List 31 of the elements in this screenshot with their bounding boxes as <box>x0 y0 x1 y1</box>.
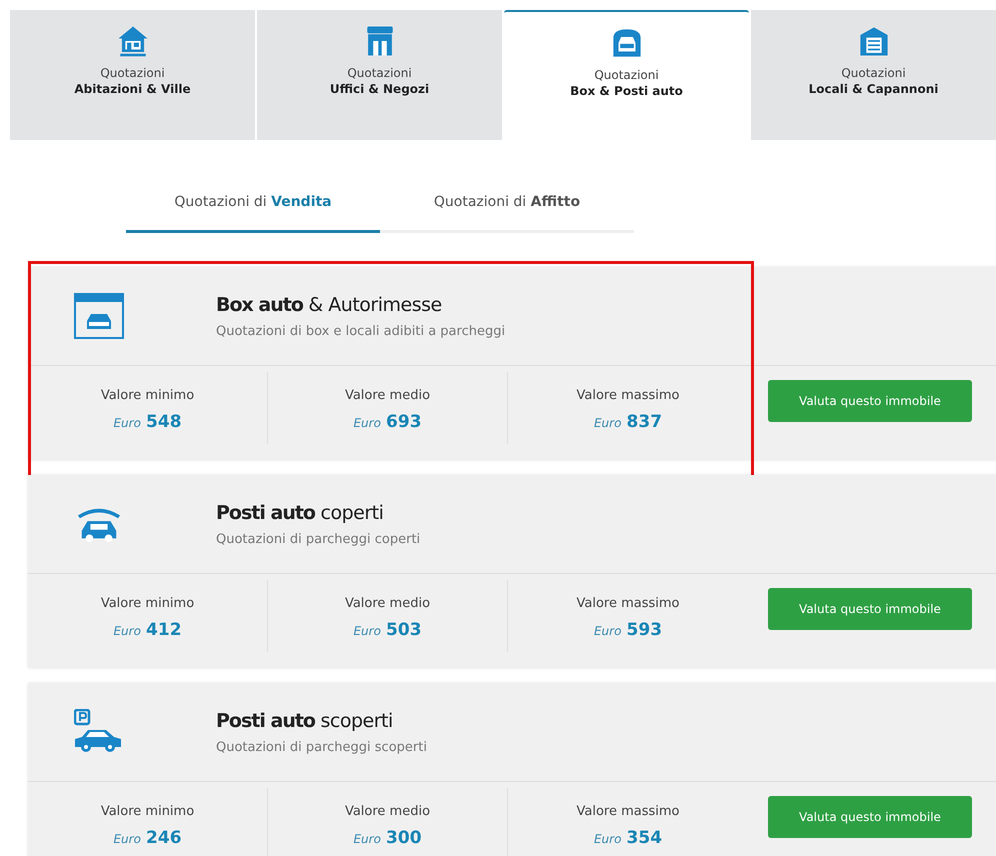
value-label: Valore massimo <box>575 596 680 611</box>
value-label: Valore minimo <box>100 388 196 403</box>
price-value: Euro 246 <box>112 828 183 848</box>
card-title: Box auto & Autorimesse <box>216 294 443 316</box>
price-value: Euro 837 <box>592 412 664 432</box>
mode-tab[interactable]: Quotazioni di Affitto <box>380 180 634 233</box>
value-label: Valore medio <box>344 804 432 819</box>
value-label: Valore minimo <box>100 596 196 611</box>
price-value: Euro 593 <box>592 620 664 640</box>
value-label: Valore medio <box>344 388 432 403</box>
category-tab[interactable]: Quotazioni Locali & Capannoni <box>751 10 996 140</box>
value-label: Valore massimo <box>575 388 680 403</box>
card-subtitle: Quotazioni di box e locali adibiti a parcheggi <box>216 324 506 338</box>
card-title: Posti auto coperti <box>216 502 384 524</box>
price-value: Euro 354 <box>592 828 664 848</box>
value-label: Valore medio <box>344 596 432 611</box>
value-label: Valore minimo <box>100 804 196 819</box>
category-tab[interactable]: Quotazioni Uffici & Negozi <box>257 10 502 140</box>
price-value: Euro 300 <box>352 828 423 848</box>
card-subtitle: Quotazioni di parcheggi coperti <box>216 532 420 546</box>
price-value: Euro 503 <box>352 620 423 640</box>
mode-tab[interactable]: Quotazioni di Vendita <box>126 180 380 233</box>
price-value: Euro 693 <box>352 412 423 432</box>
card-subtitle: Quotazioni di parcheggi scoperti <box>216 740 427 754</box>
garage-car-icon <box>74 293 124 339</box>
parking-car-icon <box>74 709 124 755</box>
price-value: Euro 548 <box>112 412 183 432</box>
price-value: Euro 412 <box>112 620 183 640</box>
card-title: Posti auto scoperti <box>216 710 394 732</box>
value-label: Valore massimo <box>575 804 680 819</box>
category-tab[interactable]: Quotazioni Abitazioni & Ville <box>10 10 255 140</box>
